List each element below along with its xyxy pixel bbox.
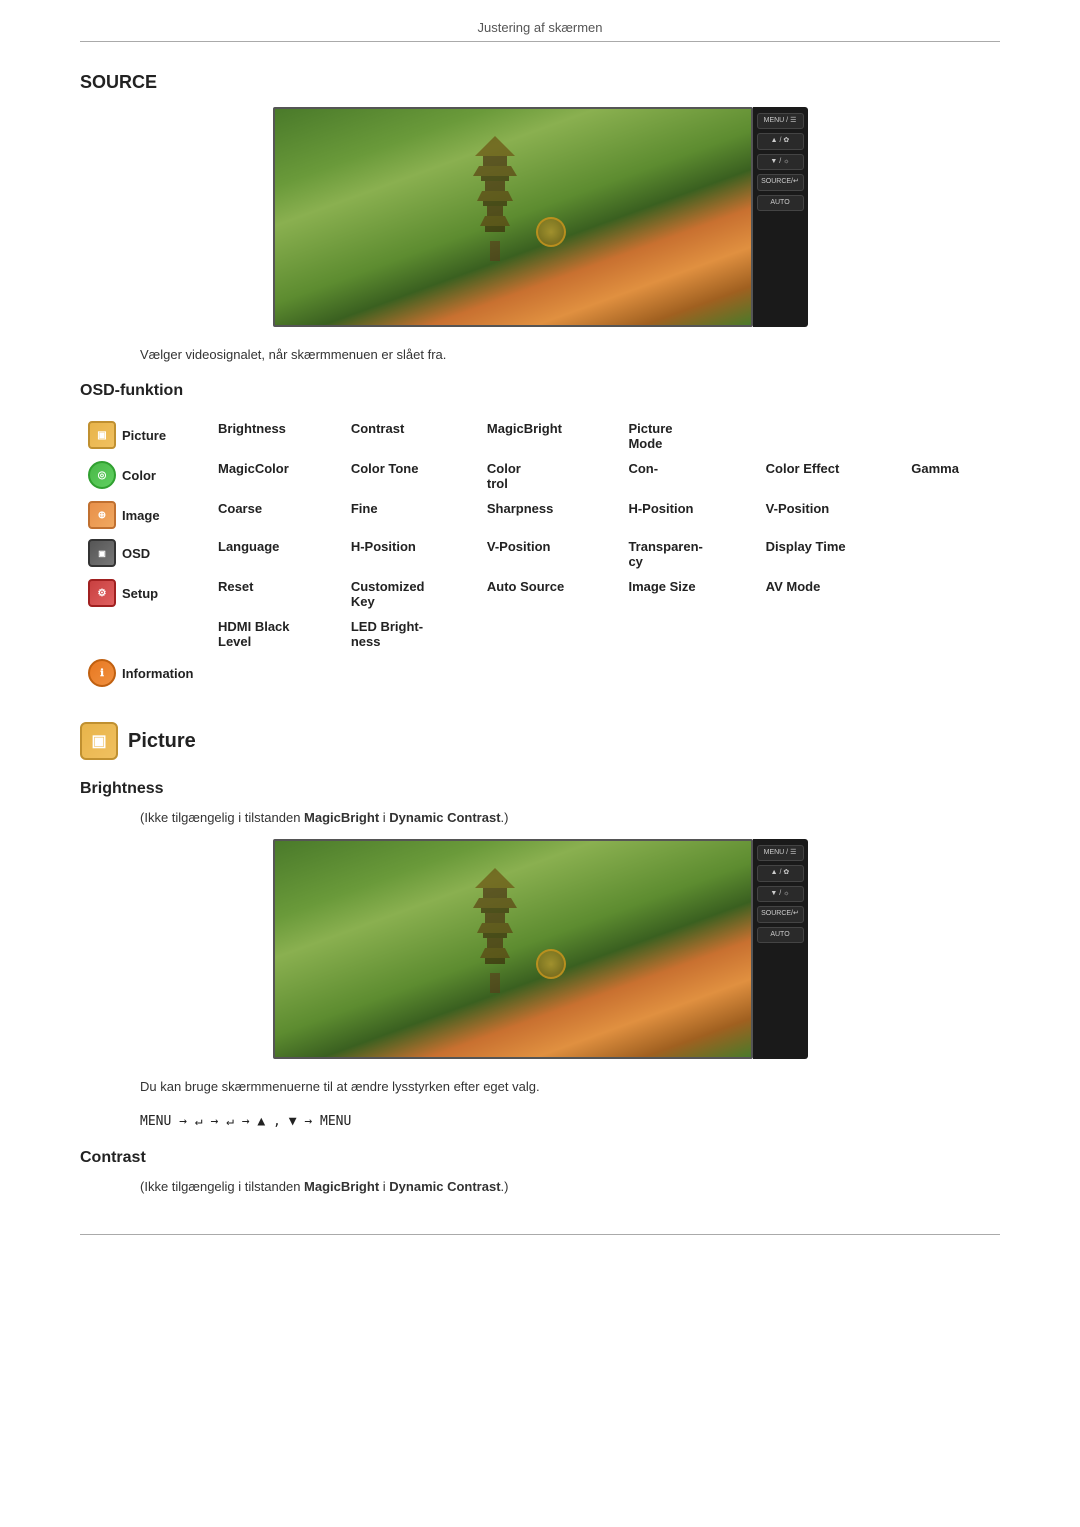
brightness-formula: MENU → ↵ → ↵ → ▲ , ▼ → MENU	[140, 1114, 1000, 1129]
contrast-section: Contrast (Ikke tilgængelig i tilstanden …	[80, 1149, 1000, 1194]
bottom-rule	[80, 1234, 1000, 1235]
btn-auto[interactable]: AUTO	[757, 195, 804, 211]
picture-subsection-title: ▣ Picture	[80, 722, 1000, 760]
btn-up[interactable]: ▲ / ✿	[757, 133, 804, 149]
brightness-side-panel: MENU / ☰ ▲ / ✿ ▼ / ☼ SOURCE/↵ AUTO	[753, 839, 808, 1059]
osd-table: ▣ Picture Brightness Contrast MagicBrigh…	[80, 416, 1000, 692]
osd-icon: ▣	[88, 539, 116, 567]
information-icon: ℹ	[88, 659, 116, 687]
osd-menu-picture: ▣ Picture	[88, 421, 202, 449]
bright-btn-auto[interactable]: AUTO	[757, 927, 804, 943]
source-caption: Vælger videosignalet, når skærmmenuen er…	[80, 347, 1000, 362]
brightness-section: Brightness (Ikke tilgængelig i tilstande…	[80, 780, 1000, 1129]
monitor-side-panel: MENU / ☰ ▲ / ✿ ▼ / ☼ SOURCE/↵ AUTO	[753, 107, 808, 327]
osd-menu-image: ⊕ Image	[88, 501, 202, 529]
monitor-screen	[273, 107, 753, 327]
source-section: SOURCE	[80, 72, 1000, 362]
contrast-title: Contrast	[80, 1149, 1000, 1167]
osd-section: OSD-funktion ▣ Picture Brightness Co	[80, 382, 1000, 692]
table-row: ▣ OSD Language H-Position V-Position Tra…	[80, 534, 1000, 574]
bright-btn-source[interactable]: SOURCE/↵	[757, 906, 804, 922]
monitor-figure: MENU / ☰ ▲ / ✿ ▼ / ☼ SOURCE/↵ AUTO	[80, 107, 1000, 327]
picture-icon: ▣	[88, 421, 116, 449]
brightness-monitor-screen	[273, 839, 753, 1059]
bright-btn-down[interactable]: ▼ / ☼	[757, 886, 804, 902]
brightness-note: (Ikke tilgængelig i tilstanden MagicBrig…	[80, 810, 1000, 825]
osd-title: OSD-funktion	[80, 382, 1000, 400]
picture-big-icon: ▣	[80, 722, 118, 760]
osd-menu-color: ◎ Color	[88, 461, 202, 489]
image-icon: ⊕	[88, 501, 116, 529]
osd-menu-osd: ▣ OSD	[88, 539, 202, 567]
table-row: ⚙ Setup Reset CustomizedKey Auto Source …	[80, 574, 1000, 614]
btn-down[interactable]: ▼ / ☼	[757, 154, 804, 170]
btn-source[interactable]: SOURCE/↵	[757, 174, 804, 190]
bright-btn-up[interactable]: ▲ / ✿	[757, 865, 804, 881]
osd-menu-setup: ⚙ Setup	[88, 579, 202, 607]
color-icon: ◎	[88, 461, 116, 489]
source-title: SOURCE	[80, 72, 1000, 93]
brightness-monitor-figure: MENU / ☰ ▲ / ✿ ▼ / ☼ SOURCE/↵ AUTO	[80, 839, 1000, 1059]
table-row: HDMI BlackLevel LED Bright-ness	[80, 614, 1000, 654]
contrast-note: (Ikke tilgængelig i tilstanden MagicBrig…	[80, 1179, 1000, 1194]
brightness-title: Brightness	[80, 780, 1000, 798]
bright-btn-menu[interactable]: MENU / ☰	[757, 845, 804, 861]
setup-icon: ⚙	[88, 579, 116, 607]
monitor-circle-overlay	[536, 217, 566, 247]
table-row: ⊕ Image Coarse Fine Sharpness H-Position…	[80, 496, 1000, 534]
header-rule	[80, 41, 1000, 42]
osd-menu-information: ℹ Information	[88, 659, 202, 687]
page-header: Justering af skærmen	[80, 0, 1000, 35]
btn-menu[interactable]: MENU / ☰	[757, 113, 804, 129]
brightness-monitor-circle	[536, 949, 566, 979]
table-row: ▣ Picture Brightness Contrast MagicBrigh…	[80, 416, 1000, 456]
table-row: ◎ Color MagicColor Color Tone Colortrol …	[80, 456, 1000, 496]
table-row: ℹ Information	[80, 654, 1000, 692]
brightness-desc: Du kan bruge skærmmenuerne til at ændre …	[80, 1079, 1000, 1094]
